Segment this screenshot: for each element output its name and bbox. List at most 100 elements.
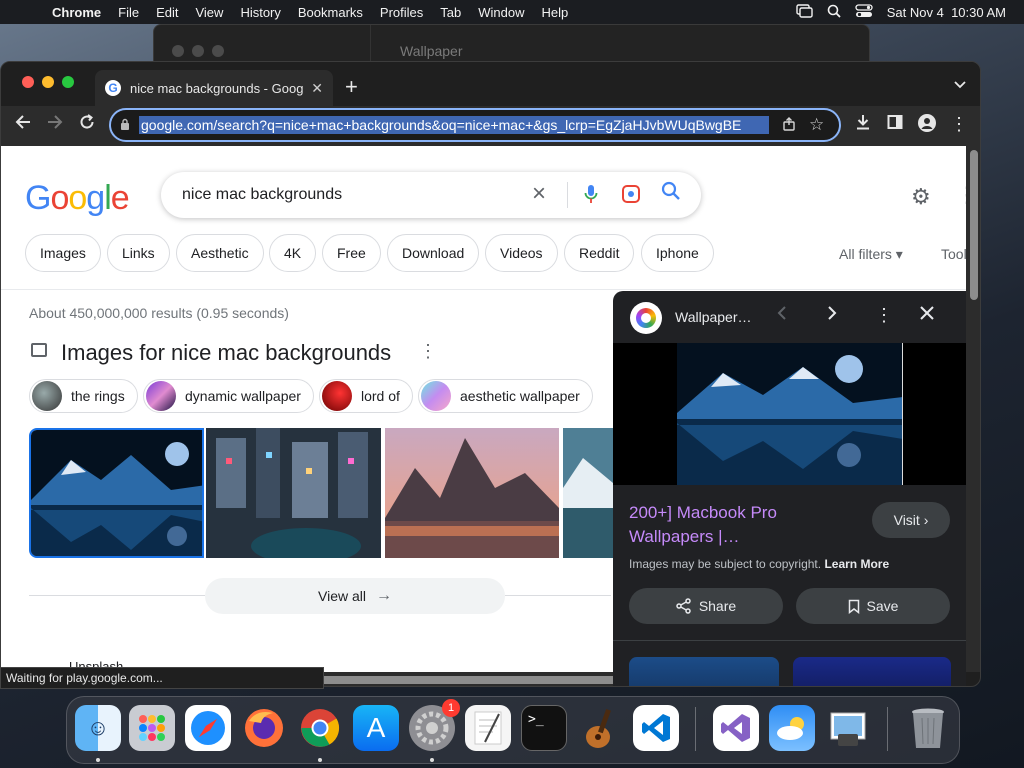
dock-chrome-icon[interactable] xyxy=(297,705,343,751)
menu-app-name[interactable]: Chrome xyxy=(52,5,110,20)
minimize-window-button[interactable] xyxy=(42,76,54,88)
related-chip-the-rings[interactable]: the rings xyxy=(29,379,138,413)
google-favicon-icon: G xyxy=(105,80,121,96)
filter-images[interactable]: Images xyxy=(25,234,101,272)
forward-arrow-icon[interactable] xyxy=(43,114,67,135)
image-result-2[interactable] xyxy=(206,428,381,564)
city-lights-image xyxy=(206,428,381,564)
dock-terminal-icon[interactable]: >_ xyxy=(521,705,567,751)
menu-help[interactable]: Help xyxy=(533,5,577,20)
url-text[interactable]: google.com/search?q=nice+mac+backgrounds… xyxy=(139,116,769,134)
image-result-1[interactable] xyxy=(29,428,204,558)
clear-search-icon[interactable]: × xyxy=(532,180,546,208)
settings-gear-icon[interactable]: ⚙ xyxy=(911,184,931,210)
dock-preview-icon[interactable] xyxy=(825,705,871,751)
related-image-2[interactable] xyxy=(793,657,951,686)
dock-launchpad-icon[interactable] xyxy=(129,705,175,751)
related-image-1[interactable] xyxy=(629,657,779,686)
side-panel-icon[interactable] xyxy=(883,114,907,135)
tools-button[interactable]: Tools xyxy=(941,246,966,262)
preview-image[interactable] xyxy=(613,343,966,485)
google-lens-icon[interactable] xyxy=(622,185,640,203)
result-stats: About 450,000,000 results (0.95 seconds) xyxy=(29,305,289,321)
background-window-title: Wallpaper xyxy=(400,43,463,59)
dock-system-settings-icon[interactable]: 1 xyxy=(409,699,460,751)
more-options-icon[interactable]: ⋮ xyxy=(956,182,966,208)
share-page-icon[interactable] xyxy=(783,116,795,134)
browser-toolbar: google.com/search?q=nice+mac+backgrounds… xyxy=(1,106,980,146)
images-more-icon[interactable]: ⋮ xyxy=(419,341,437,362)
zoom-window-button[interactable] xyxy=(62,76,74,88)
filter-free[interactable]: Free xyxy=(322,234,381,272)
screen-mirroring-icon[interactable] xyxy=(796,3,813,21)
downloads-icon[interactable] xyxy=(851,114,875,135)
image-result-4[interactable] xyxy=(563,428,613,558)
filter-reddit[interactable]: Reddit xyxy=(564,234,635,272)
previous-image-icon[interactable] xyxy=(777,305,787,326)
menu-window[interactable]: Window xyxy=(470,5,533,20)
microphone-icon[interactable] xyxy=(584,184,598,209)
save-button[interactable]: Save xyxy=(796,588,950,624)
menu-tab[interactable]: Tab xyxy=(432,5,470,20)
chrome-menu-icon[interactable]: ⋮ xyxy=(947,114,971,135)
close-window-button[interactable] xyxy=(22,76,34,88)
panel-more-icon[interactable]: ⋮ xyxy=(875,305,893,326)
dock-trash-icon[interactable] xyxy=(905,705,951,751)
dock-vscode-icon[interactable] xyxy=(633,705,679,751)
close-tab-icon[interactable]: ✕ xyxy=(311,80,323,97)
all-filters-button[interactable]: All filters ▾ xyxy=(839,246,903,263)
image-result-3[interactable] xyxy=(385,428,559,558)
menu-history[interactable]: History xyxy=(232,5,289,20)
dock-app-store-icon[interactable]: A xyxy=(353,705,399,751)
spotlight-search-icon[interactable] xyxy=(827,4,841,21)
dock-finder-icon[interactable]: ☺ xyxy=(75,705,121,751)
dock-garageband-icon[interactable] xyxy=(577,705,623,751)
search-box[interactable]: nice mac backgrounds × xyxy=(161,172,701,218)
filter-aesthetic[interactable]: Aesthetic xyxy=(176,234,264,272)
filter-links[interactable]: Links xyxy=(107,234,170,272)
visit-button[interactable]: Visit › xyxy=(872,502,950,538)
next-image-icon[interactable] xyxy=(827,305,837,326)
dock-safari-icon[interactable] xyxy=(185,705,231,751)
menu-bookmarks[interactable]: Bookmarks xyxy=(289,5,371,20)
tab-google-search[interactable]: G nice mac backgrounds - Goog ✕ xyxy=(95,70,333,106)
filter-videos[interactable]: Videos xyxy=(485,234,558,272)
reload-icon[interactable] xyxy=(75,114,99,135)
mountain-lake-moon-preview xyxy=(613,343,966,485)
filter-download[interactable]: Download xyxy=(387,234,480,272)
menu-edit[interactable]: Edit xyxy=(148,5,187,20)
address-bar[interactable]: google.com/search?q=nice+mac+backgrounds… xyxy=(109,108,841,142)
dock-firefox-icon[interactable] xyxy=(241,705,287,751)
source-name[interactable]: Wallpaper… xyxy=(675,309,752,325)
view-all-button[interactable]: View all → xyxy=(205,578,505,614)
back-arrow-icon[interactable] xyxy=(11,114,35,135)
new-tab-button[interactable]: + xyxy=(345,74,358,100)
search-input[interactable]: nice mac backgrounds xyxy=(182,186,342,204)
search-icon[interactable] xyxy=(661,181,681,207)
copyright-notice: Images may be subject to copyright. Lear… xyxy=(629,557,890,571)
related-chip-aesthetic-wallpaper[interactable]: aesthetic wallpaper xyxy=(418,379,593,413)
menu-profiles[interactable]: Profiles xyxy=(371,5,431,20)
share-button[interactable]: Share xyxy=(629,588,783,624)
related-chip-lord-of[interactable]: lord of xyxy=(319,379,413,413)
learn-more-link[interactable]: Learn More xyxy=(824,557,889,571)
google-logo[interactable]: Google xyxy=(25,179,130,218)
vertical-scrollbar[interactable] xyxy=(966,146,980,672)
preview-title-link[interactable]: 200+] Macbook Pro Wallpapers |… xyxy=(629,501,859,549)
related-chip-dynamic-wallpaper[interactable]: dynamic wallpaper xyxy=(143,379,314,413)
menu-view[interactable]: View xyxy=(187,5,232,20)
share-icon xyxy=(676,598,691,614)
bookmark-star-icon[interactable]: ☆ xyxy=(809,115,824,135)
control-center-icon[interactable] xyxy=(855,3,873,21)
filter-4k[interactable]: 4K xyxy=(269,234,317,272)
profile-avatar-icon[interactable] xyxy=(915,114,939,137)
filter-iphone[interactable]: Iphone xyxy=(641,234,714,272)
tab-search-chevron-icon[interactable] xyxy=(954,76,966,92)
menu-file[interactable]: File xyxy=(110,5,148,20)
clock[interactable]: Sat Nov 4 10:30 AM xyxy=(887,5,1006,20)
dock-textedit-icon[interactable] xyxy=(465,705,511,751)
lock-icon[interactable] xyxy=(111,118,139,133)
dock-visual-studio-icon[interactable] xyxy=(713,705,759,751)
dock-weather-icon[interactable] xyxy=(769,705,815,751)
close-panel-icon[interactable] xyxy=(919,305,935,326)
